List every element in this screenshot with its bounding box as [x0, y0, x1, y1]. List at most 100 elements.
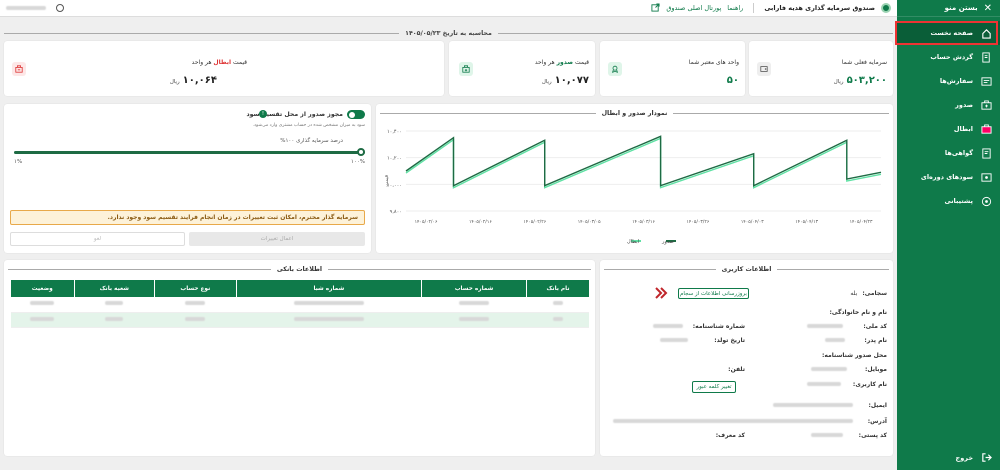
update-from-sejam-button[interactable]: بروزرسانی اطلاعات از سجام	[678, 288, 749, 299]
investment-slider[interactable]	[14, 148, 365, 158]
cancel-changes-button[interactable]: لغو	[10, 232, 185, 246]
table-cell	[154, 297, 237, 313]
divider	[8, 268, 271, 270]
table-cell	[154, 312, 237, 328]
sidebar-logout[interactable]: خروج	[897, 450, 1000, 466]
username-blurred	[807, 382, 841, 386]
sidebar-item-orders[interactable]: سفارش‌ها	[897, 69, 1000, 93]
postal-code-label: کد پستی:	[858, 432, 887, 439]
sidebar-item-certificate[interactable]: گواهی‌ها	[897, 141, 1000, 165]
dividend-issue-panel: مجوز صدور از محل تقسیم سود ! سود به میزا…	[4, 104, 371, 253]
calc-date-bar: محاسبه به تاریخ ۱۴۰۵/۰۵/۲۳	[3, 29, 893, 38]
father-name-blurred	[825, 338, 845, 342]
profit-icon	[981, 172, 992, 183]
sejami-value: بله	[850, 290, 858, 297]
chart-title-bar: نمودار صدور و ابطال	[376, 107, 893, 119]
y-tick-label: ۹,۸۰۰	[390, 209, 402, 215]
cancel-label-bold: ابطال	[213, 59, 232, 66]
id-number-blurred	[653, 324, 683, 328]
close-icon[interactable]: ✕	[984, 3, 992, 14]
sidebar-item-label: سفارش‌ها	[939, 77, 973, 85]
sidebar-close-menu[interactable]: ✕ بستن منو	[897, 0, 1000, 17]
change-password-button[interactable]: تغییر کلمه عبور	[692, 381, 736, 393]
chevron-right-icon	[654, 287, 668, 301]
blurred-value	[30, 301, 55, 306]
blurred-value	[105, 316, 124, 321]
sidebar-item-cancel[interactable]: ابطال	[897, 117, 1000, 141]
user-info-title-bar: اطلاعات کاربری	[600, 263, 893, 275]
issue-icon	[981, 99, 992, 111]
blurred-value	[459, 301, 490, 306]
table-row[interactable]	[10, 297, 589, 313]
blurred-value	[293, 316, 364, 321]
top-bar: صندوق سرمایه گذاری هدیه فارابی راهنما پو…	[0, 0, 897, 17]
table-cell	[10, 297, 75, 313]
blurred-value	[552, 316, 563, 321]
birth-date-blurred	[660, 338, 688, 342]
issue-amount: ۱۰,۰۷۷	[554, 75, 589, 86]
divider	[497, 33, 893, 34]
x-tick-label: ۱۴۰۵/۰۳/۱۶	[632, 219, 655, 225]
legend-label-issue: صدور	[661, 239, 674, 245]
close-menu-label: بستن منو	[944, 4, 978, 12]
table-cell	[74, 312, 155, 328]
bank-table-header: نام بانک شماره حساب شماره شبا نوع حساب شعبه …	[10, 280, 589, 297]
sidebar-item-label: صدور	[955, 101, 973, 109]
chart-title: نمودار صدور و ابطال	[601, 109, 668, 117]
issue-price-label: قیمت صدور هر واحد	[535, 59, 589, 66]
sidebar-item-home[interactable]: صفحه نخست	[895, 21, 1000, 45]
id-number-label: شماره شناسنامه:	[692, 323, 745, 330]
blurred-value	[459, 316, 490, 321]
mobile-blurred	[811, 367, 847, 371]
logout-label: خروج	[955, 454, 973, 462]
divider	[673, 112, 889, 114]
sidebar-item-account-flow[interactable]: گردش حساب	[897, 45, 1000, 69]
cancel-label-post: هر واحد	[191, 59, 212, 66]
units-value: ۵۰	[726, 75, 739, 86]
cancel-price-label: قیمت ابطال هر واحد	[192, 59, 247, 66]
slider-track	[14, 151, 365, 154]
sidebar-item-profit[interactable]: سودهای دوره‌ای	[897, 165, 1000, 189]
cancel-cart-icon	[12, 62, 26, 76]
column-header: شعبه بانک	[73, 280, 155, 297]
card-issue-price: قیمت صدور هر واحد ۱۰,۰۷۷ ریال	[449, 41, 595, 96]
sidebar-item-issue[interactable]: صدور	[897, 93, 1000, 117]
user-avatar-icon[interactable]	[56, 4, 64, 12]
apply-changes-button[interactable]: اعمال تغییرات	[189, 232, 365, 246]
sidebar-item-label: گردش حساب	[930, 53, 973, 61]
user-info-title: اطلاعات کاربری	[721, 265, 772, 273]
portal-link[interactable]: پورتال اصلی صندوق	[666, 4, 721, 12]
blurred-value	[552, 301, 563, 306]
x-tick-label: ۱۴۰۵/۰۲/۱۶	[469, 219, 492, 225]
slider-max-label: ۱۰۰%	[350, 159, 365, 165]
father-name-label: نام پدر:	[864, 337, 887, 344]
info-icon[interactable]: !	[259, 110, 267, 118]
sidebar-item-support[interactable]: پشتیبانی	[897, 189, 1000, 213]
divider	[603, 268, 716, 270]
sejami-label-text: سجامی:	[862, 290, 887, 297]
cancel-label-pre: قیمت	[232, 59, 247, 66]
national-code-label: کد ملی:	[863, 323, 887, 330]
portal-link-icon[interactable]	[651, 2, 660, 14]
divider	[753, 3, 755, 13]
sidebar-item-label: ابطال	[953, 125, 973, 133]
warning-box: سرمایه گذار محترم، امکان ثبت تغییرات در …	[10, 210, 365, 225]
column-header: نوع حساب	[153, 280, 237, 297]
legend-label-cancel: ابطال	[627, 239, 639, 245]
cancel-icon	[981, 123, 992, 135]
x-tick-label: ۱۴۰۵/۰۴/۱۳	[795, 219, 818, 225]
bank-table-wrap: نام بانک شماره حساب شماره شبا نوع حساب شعبه …	[10, 280, 589, 328]
blurred-value	[293, 301, 364, 306]
slider-thumb[interactable]	[357, 148, 365, 156]
dividend-toggle[interactable]	[347, 110, 365, 119]
fund-name: صندوق سرمایه گذاری هدیه فارابی	[764, 4, 875, 12]
guide-link[interactable]: راهنما	[727, 4, 743, 12]
address-blurred	[613, 419, 853, 423]
table-row[interactable]	[10, 312, 589, 328]
y-tick-label: ۱۰,۲۰۰	[387, 156, 402, 162]
table-cell	[236, 312, 422, 328]
card-cancel-price: قیمت ابطال هر واحد ۱۰,۰۶۴ ریال	[4, 41, 444, 96]
units-label: واحد های معتبر شما	[688, 59, 739, 66]
x-tick-label: ۱۴۰۵/۰۲/۲۶	[523, 219, 546, 225]
x-tick-label: ۱۴۰۵/۰۴/۰۳	[741, 219, 764, 225]
